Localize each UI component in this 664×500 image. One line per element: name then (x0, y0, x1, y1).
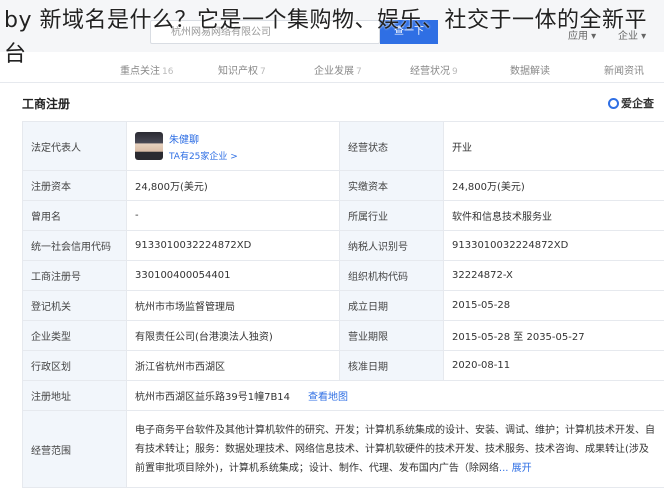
section-title: 工商注册 (22, 97, 71, 111)
field-label: 核准日期 (339, 350, 444, 381)
field-label: 注册资本 (22, 170, 127, 201)
field-label: 组织机构代码 (339, 260, 444, 291)
field-label: 实缴资本 (339, 170, 444, 201)
table-row: 注册地址 杭州市西湖区益乐路39号1幢7B14 查看地图 (22, 380, 664, 411)
rep-companies-link[interactable]: TA有25家企业 > (169, 149, 238, 162)
business-scope: 电子商务平台软件及其他计算机软件的研究、开发；计算机系统集成的设计、安装、调试、… (126, 410, 664, 488)
field-value: - (126, 200, 340, 231)
table-row: 行政区划 浙江省杭州市西湖区 核准日期 2020-08-11 (22, 350, 664, 381)
expand-link[interactable]: ... 展开 (499, 463, 532, 474)
table-row: 登记机关 杭州市市场监督管理局 成立日期 2015-05-28 (22, 290, 664, 321)
field-value: 32224872-X (443, 260, 664, 291)
overlay-title: by 新域名是什么？它是一个集购物、娱乐、社交于一体的全新平台 (4, 8, 647, 67)
field-value: 杭州市市场监督管理局 (126, 290, 340, 321)
table-row: 法定代表人 朱健聊 TA有25家企业 > 经营状态 开业 (22, 121, 664, 171)
table-row: 经营范围 电子商务平台软件及其他计算机软件的研究、开发；计算机系统集成的设计、安… (22, 410, 664, 488)
field-value: 2015-05-28 (443, 290, 664, 321)
field-label: 注册地址 (22, 380, 127, 411)
field-value: 2020-08-11 (443, 350, 664, 381)
field-label: 登记机关 (22, 290, 127, 321)
field-value: 24,800万(美元) (443, 170, 664, 201)
field-label: 行政区划 (22, 350, 127, 381)
field-label: 统一社会信用代码 (22, 230, 127, 261)
field-value: 有限责任公司(台港澳法人独资) (126, 320, 340, 351)
table-row: 注册资本 24,800万(美元) 实缴资本 24,800万(美元) (22, 170, 664, 201)
field-label: 成立日期 (339, 290, 444, 321)
field-value: 9133010032224872XD (443, 230, 664, 261)
field-value: 软件和信息技术服务业 (443, 200, 664, 231)
field-value: 9133010032224872XD (126, 230, 340, 261)
field-label: 经营范围 (22, 410, 127, 488)
field-value: 24,800万(美元) (126, 170, 340, 201)
view-map-link[interactable]: 查看地图 (308, 392, 348, 403)
field-value: 2015-05-28 至 2035-05-27 (443, 320, 664, 351)
field-label: 经营状态 (339, 121, 444, 171)
address-text: 杭州市西湖区益乐路39号1幢7B14 (135, 392, 291, 403)
brand-icon (608, 98, 619, 109)
table-row: 曾用名 - 所属行业 软件和信息技术服务业 (22, 200, 664, 231)
field-value: 浙江省杭州市西湖区 (126, 350, 340, 381)
table-row: 统一社会信用代码 9133010032224872XD 纳税人识别号 91330… (22, 230, 664, 261)
field-label: 企业类型 (22, 320, 127, 351)
avatar (135, 132, 163, 160)
scope-text: 电子商务平台软件及其他计算机软件的研究、开发；计算机系统集成的设计、安装、调试、… (135, 424, 655, 474)
table-row: 工商注册号 330100400054401 组织机构代码 32224872-X (22, 260, 664, 291)
brand-logo: 爱企查 (608, 95, 654, 111)
field-label: 工商注册号 (22, 260, 127, 291)
rep-name-link[interactable]: 朱健聊 (169, 131, 238, 146)
table-row: 企业类型 有限责任公司(台港澳法人独资) 营业期限 2015-05-28 至 2… (22, 320, 664, 351)
field-label: 纳税人识别号 (339, 230, 444, 261)
field-value: 杭州市西湖区益乐路39号1幢7B14 查看地图 (126, 380, 664, 411)
field-label: 法定代表人 (22, 121, 127, 171)
field-value: 330100400054401 (126, 260, 340, 291)
field-label: 营业期限 (339, 320, 444, 351)
field-value: 开业 (443, 121, 664, 171)
field-label: 所属行业 (339, 200, 444, 231)
field-label: 曾用名 (22, 200, 127, 231)
legal-representative[interactable]: 朱健聊 TA有25家企业 > (126, 121, 340, 171)
registration-table: 法定代表人 朱健聊 TA有25家企业 > 经营状态 开业 注册资本 24,800… (22, 121, 664, 488)
